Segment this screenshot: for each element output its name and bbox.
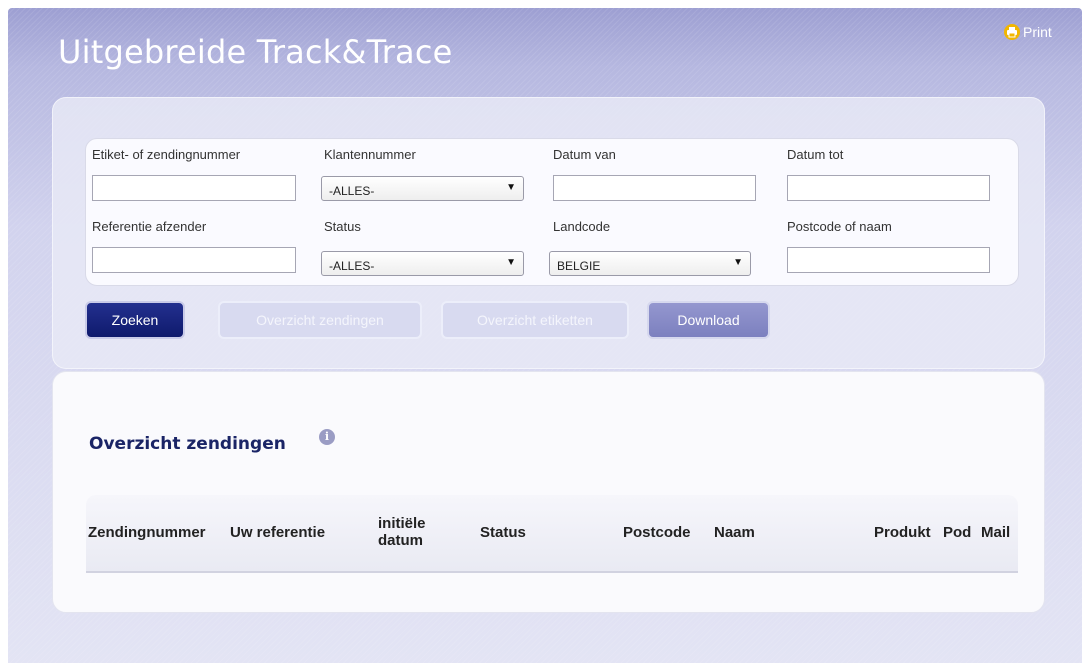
etiket-input[interactable] bbox=[92, 175, 296, 201]
datum-tot-input[interactable] bbox=[787, 175, 990, 201]
landcode-label: Landcode bbox=[553, 219, 611, 234]
triangle-down-icon: ▼ bbox=[506, 257, 516, 268]
column-header-initiele-datum-line2: datum bbox=[378, 532, 423, 549]
column-header-uw-referentie[interactable]: Uw referentie bbox=[230, 524, 325, 541]
datum-tot-label: Datum tot bbox=[787, 147, 844, 162]
page-title: Uitgebreide Track&Trace bbox=[58, 33, 453, 71]
zoeken-button[interactable]: Zoeken bbox=[85, 301, 185, 339]
klantennummer-selected-value: -ALLES- bbox=[329, 184, 375, 198]
referentie-label: Referentie afzender bbox=[92, 219, 207, 234]
klantennummer-label: Klantennummer bbox=[324, 147, 416, 162]
column-header-pod[interactable]: Pod bbox=[943, 524, 971, 541]
column-header-naam[interactable]: Naam bbox=[714, 524, 755, 541]
status-selected-value: -ALLES- bbox=[329, 259, 375, 273]
status-label: Status bbox=[324, 219, 361, 234]
print-link[interactable]: Print bbox=[1004, 24, 1052, 40]
status-select[interactable]: -ALLES- ▼ bbox=[321, 251, 524, 276]
referentie-input[interactable] bbox=[92, 247, 296, 273]
printer-icon bbox=[1004, 24, 1020, 40]
overzicht-etiketten-button[interactable]: Overzicht etiketten bbox=[441, 301, 629, 339]
print-label: Print bbox=[1023, 24, 1052, 40]
column-header-zendingnummer[interactable]: Zendingnummer bbox=[88, 524, 206, 541]
etiket-label: Etiket- of zendingnummer bbox=[92, 147, 241, 162]
column-header-initiele-datum[interactable]: initiële datum bbox=[378, 515, 426, 549]
landcode-selected-value: BELGIE bbox=[557, 259, 601, 273]
datum-van-input[interactable] bbox=[553, 175, 756, 201]
download-button[interactable]: Download bbox=[647, 301, 770, 339]
info-icon[interactable]: i bbox=[319, 429, 335, 445]
column-header-produkt[interactable]: Produkt bbox=[874, 524, 931, 541]
column-header-mail[interactable]: Mail bbox=[981, 524, 1010, 541]
overzicht-zendingen-button[interactable]: Overzicht zendingen bbox=[218, 301, 422, 339]
postcode-input[interactable] bbox=[787, 247, 990, 273]
datum-van-label: Datum van bbox=[553, 147, 616, 162]
column-header-status[interactable]: Status bbox=[480, 524, 526, 541]
landcode-select[interactable]: BELGIE ▼ bbox=[549, 251, 751, 276]
triangle-down-icon: ▼ bbox=[506, 182, 516, 193]
triangle-down-icon: ▼ bbox=[733, 257, 743, 268]
klantennummer-select[interactable]: -ALLES- ▼ bbox=[321, 176, 524, 201]
postcode-label: Postcode of naam bbox=[787, 219, 892, 234]
results-title: Overzicht zendingen bbox=[89, 434, 286, 454]
column-header-initiele-datum-line1: initiële bbox=[378, 515, 426, 532]
column-header-postcode[interactable]: Postcode bbox=[623, 524, 691, 541]
results-panel bbox=[52, 371, 1045, 613]
